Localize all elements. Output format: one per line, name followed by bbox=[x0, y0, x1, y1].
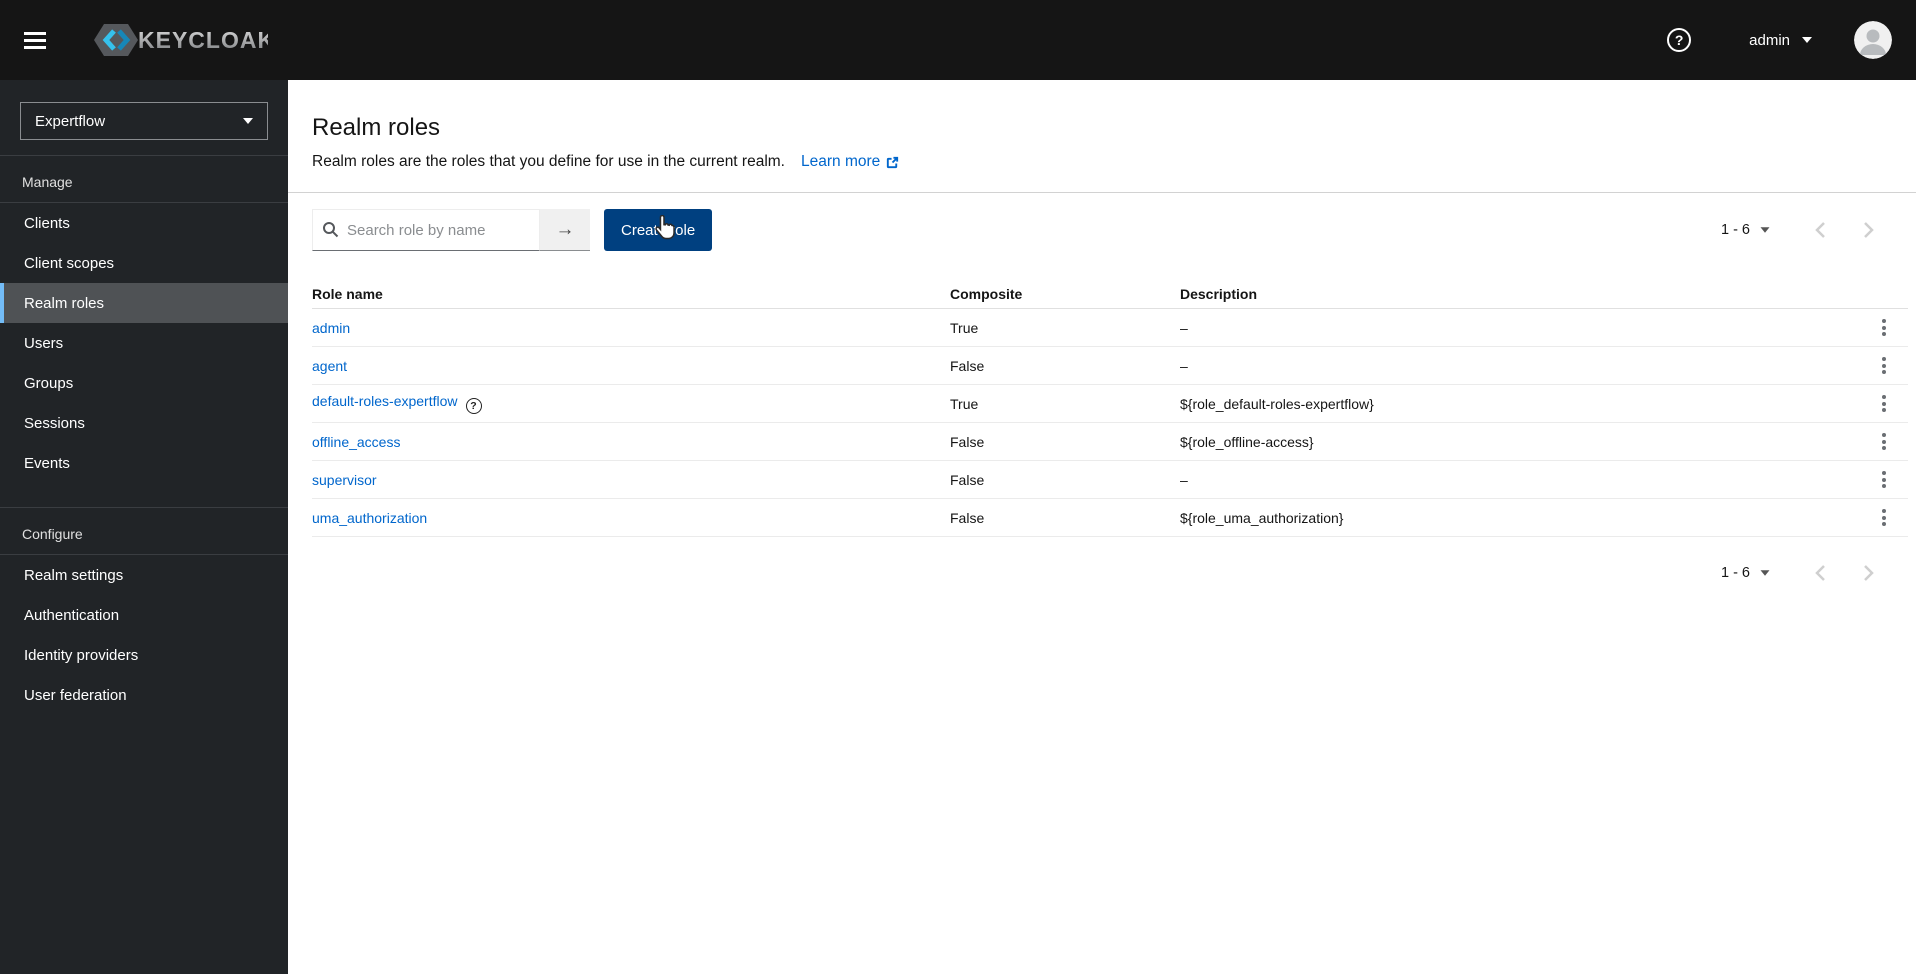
composite-cell: False bbox=[950, 509, 985, 526]
main-content: Realm roles Realm roles are the roles th… bbox=[288, 80, 1916, 974]
role-name-link[interactable]: default-roles-expertflow bbox=[312, 393, 458, 409]
realm-selector[interactable]: Expertflow bbox=[20, 102, 268, 140]
search-icon bbox=[323, 222, 339, 238]
table-row: agent False – bbox=[312, 347, 1908, 385]
kebab-menu-button[interactable] bbox=[1871, 315, 1897, 341]
previous-page-button[interactable] bbox=[1796, 555, 1844, 591]
table-row: default-roles-expertflow? True ${role_defa… bbox=[312, 385, 1908, 423]
sidebar-item-events[interactable]: Events bbox=[0, 443, 288, 483]
table-header-row: Role name Composite Description bbox=[312, 279, 1908, 309]
learn-more-link[interactable]: Learn more bbox=[801, 153, 900, 171]
avatar-icon bbox=[1854, 21, 1892, 59]
page-title: Realm roles bbox=[312, 114, 441, 141]
description-cell: ${role_offline-access} bbox=[1180, 433, 1314, 450]
keycloak-logo: KEYCLOAK bbox=[92, 20, 268, 60]
description-cell: ${role_uma_authorization} bbox=[1180, 509, 1344, 526]
column-header-composite: Composite bbox=[950, 285, 1023, 302]
bottom-pagination: 1 - 6 bbox=[288, 537, 1916, 591]
chevron-left-icon bbox=[1814, 222, 1825, 238]
column-header-description: Description bbox=[1180, 285, 1258, 302]
chevron-down-icon bbox=[243, 118, 253, 124]
sidebar-section-configure: Configure Realm settings Authentication Ide… bbox=[0, 507, 288, 715]
kebab-menu-button[interactable] bbox=[1871, 429, 1897, 455]
pagination-range: 1 - 6 bbox=[1720, 565, 1750, 581]
sidebar-item-user-federation[interactable]: User federation bbox=[0, 675, 288, 715]
search-group: → bbox=[312, 209, 590, 251]
table-row: admin True – bbox=[312, 309, 1908, 347]
pagination-range: 1 - 6 bbox=[1720, 222, 1750, 238]
sidebar-item-realm-roles[interactable]: Realm roles bbox=[0, 283, 288, 323]
user-name: admin bbox=[1749, 31, 1790, 49]
composite-cell: False bbox=[950, 471, 985, 488]
avatar[interactable] bbox=[1854, 21, 1892, 59]
search-input[interactable] bbox=[312, 209, 540, 251]
next-page-button[interactable] bbox=[1844, 555, 1892, 591]
sidebar-nav: Manage Clients Client scopes Realm roles Use… bbox=[0, 155, 288, 715]
page-description: Realm roles are the roles that you defin… bbox=[312, 153, 785, 170]
sidebar-item-sessions[interactable]: Sessions bbox=[0, 403, 288, 443]
pagination-range-dropdown[interactable]: 1 - 6 bbox=[1721, 222, 1770, 238]
composite-cell: True bbox=[950, 319, 979, 336]
next-page-button[interactable] bbox=[1844, 212, 1892, 248]
search-submit-button[interactable]: → bbox=[540, 209, 590, 251]
svg-text:KEYCLOAK: KEYCLOAK bbox=[138, 27, 268, 53]
help-icon[interactable]: ? bbox=[465, 398, 482, 414]
sidebar-item-identity-providers[interactable]: Identity providers bbox=[0, 635, 288, 675]
chevron-left-icon bbox=[1814, 565, 1825, 581]
sidebar-item-users[interactable]: Users bbox=[0, 323, 288, 363]
app-header: KEYCLOAK ? admin bbox=[0, 0, 1916, 80]
description-cell: ${role_default-roles-expertflow} bbox=[1180, 395, 1374, 412]
sidebar-section-title: Manage bbox=[0, 156, 288, 203]
composite-cell: False bbox=[950, 433, 985, 450]
role-name-link[interactable]: admin bbox=[312, 320, 350, 336]
chevron-down-icon bbox=[1760, 570, 1770, 576]
description-cell: – bbox=[1180, 357, 1188, 374]
learn-more-label: Learn more bbox=[801, 153, 881, 170]
chevron-down-icon bbox=[1760, 227, 1770, 233]
previous-page-button[interactable] bbox=[1796, 212, 1844, 248]
realm-selector-value: Expertflow bbox=[35, 112, 106, 130]
chevron-right-icon bbox=[1863, 222, 1874, 238]
kebab-menu-button[interactable] bbox=[1871, 505, 1897, 531]
user-menu-button[interactable]: admin bbox=[1749, 32, 1812, 49]
sidebar-item-groups[interactable]: Groups bbox=[0, 363, 288, 403]
kebab-menu-button[interactable] bbox=[1871, 391, 1897, 417]
roles-table: Role name Composite Description admin Tru… bbox=[288, 279, 1916, 537]
sidebar-item-client-scopes[interactable]: Client scopes bbox=[0, 243, 288, 283]
table-row: supervisor False – bbox=[312, 461, 1908, 499]
column-header-role-name: Role name bbox=[312, 285, 383, 302]
chevron-down-icon bbox=[1802, 37, 1812, 43]
sidebar-section-title: Configure bbox=[0, 508, 288, 555]
create-role-button[interactable]: Create role bbox=[604, 209, 713, 251]
kebab-menu-button[interactable] bbox=[1871, 467, 1897, 493]
sidebar-item-realm-settings[interactable]: Realm settings bbox=[0, 555, 288, 595]
composite-cell: False bbox=[950, 357, 985, 374]
hamburger-menu-icon[interactable] bbox=[24, 29, 50, 51]
role-name-link[interactable]: agent bbox=[312, 358, 347, 374]
help-icon[interactable]: ? bbox=[1667, 28, 1692, 52]
description-cell: – bbox=[1180, 471, 1188, 488]
sidebar-section-manage: Manage Clients Client scopes Realm roles Use… bbox=[0, 155, 288, 483]
composite-cell: True bbox=[950, 395, 979, 412]
table-row: offline_access False ${role_offline-access… bbox=[312, 423, 1908, 461]
table-body: admin True – agent False – default-roles-exper… bbox=[312, 309, 1908, 537]
role-name-link[interactable]: supervisor bbox=[312, 472, 377, 488]
role-name-link[interactable]: uma_authorization bbox=[312, 510, 427, 526]
chevron-right-icon bbox=[1863, 565, 1874, 581]
kebab-menu-button[interactable] bbox=[1871, 353, 1897, 379]
sidebar: Expertflow Manage Clients Client scopes Rea… bbox=[0, 80, 288, 974]
role-name-link[interactable]: offline_access bbox=[312, 434, 400, 450]
sidebar-item-clients[interactable]: Clients bbox=[0, 203, 288, 243]
external-link-icon bbox=[887, 156, 899, 168]
top-pagination: 1 - 6 bbox=[1721, 212, 1892, 248]
description-cell: – bbox=[1180, 319, 1188, 336]
pagination-range-dropdown[interactable]: 1 - 6 bbox=[1721, 565, 1770, 581]
toolbar: → Create role 1 - 6 bbox=[288, 193, 1916, 267]
keycloak-logo-icon: KEYCLOAK bbox=[94, 24, 268, 56]
sidebar-item-authentication[interactable]: Authentication bbox=[0, 595, 288, 635]
table-row: uma_authorization False ${role_uma_authori… bbox=[312, 499, 1908, 537]
